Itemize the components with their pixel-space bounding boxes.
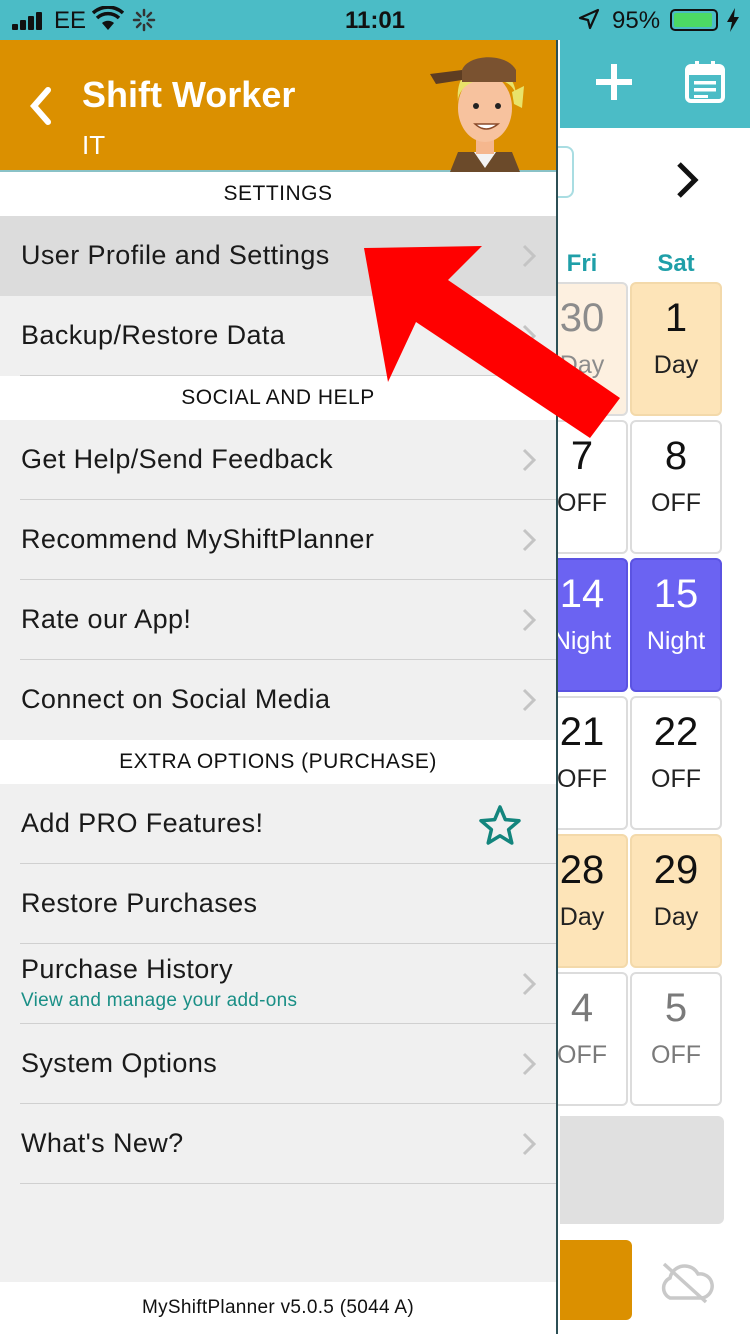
chevron-right-icon — [522, 1132, 537, 1156]
chevron-right-icon — [522, 688, 537, 712]
battery-icon — [670, 9, 718, 31]
calendar-cell[interactable]: 5 OFF — [630, 972, 722, 1106]
menu-item-social-media[interactable]: Connect on Social Media — [0, 660, 556, 740]
calendar-cell[interactable]: 29 Day — [630, 834, 722, 968]
menu-item-system-options[interactable]: System Options — [0, 1024, 556, 1104]
calendar-cell[interactable]: 15 Night — [630, 558, 722, 692]
menu-item-label: User Profile and Settings — [21, 240, 330, 270]
drawer-header: Shift Worker IT — [0, 40, 556, 172]
add-shift-icon[interactable] — [594, 62, 634, 102]
drawer-subtitle: IT — [82, 130, 106, 160]
cloud-off-icon[interactable] — [656, 1260, 716, 1304]
menu-item-label: Restore Purchases — [21, 888, 258, 918]
star-icon — [479, 805, 521, 845]
section-settings: SETTINGS — [0, 172, 556, 216]
day-header-sat: Sat — [657, 250, 695, 277]
calendar-cell[interactable]: 22 OFF — [630, 696, 722, 830]
next-month-chevron-icon[interactable] — [672, 160, 702, 200]
menu-item-recommend[interactable]: Recommend MyShiftPlanner — [0, 500, 556, 580]
shift-button[interactable] — [560, 1240, 632, 1320]
menu-item-whats-new[interactable]: What's New? — [0, 1104, 556, 1184]
menu-item-label: Connect on Social Media — [21, 684, 331, 714]
version-footer: MyShiftPlanner v5.0.5 (5044 A) — [0, 1282, 556, 1334]
chevron-right-icon — [522, 1052, 537, 1076]
calendar-list-icon[interactable] — [684, 60, 726, 104]
menu-item-label: Rate our App! — [21, 604, 192, 634]
menu-item-pro-features[interactable]: Add PRO Features! — [0, 784, 556, 864]
calendar-header — [560, 40, 750, 128]
menu-item-purchase-history[interactable]: Purchase History View and manage your ad… — [0, 944, 556, 1024]
menu-item-label: Backup/Restore Data — [21, 320, 286, 350]
back-arrow-icon[interactable] — [26, 84, 56, 128]
calendar-cell[interactable]: 1 Day — [630, 282, 722, 416]
menu-item-label: Recommend MyShiftPlanner — [21, 524, 375, 554]
menu-item-restore-purchases[interactable]: Restore Purchases — [0, 864, 556, 944]
red-arrow-annotation — [364, 246, 620, 438]
worker-avatar — [430, 57, 524, 172]
drawer-title: Shift Worker — [82, 74, 296, 115]
menu-item-label: What's New? — [21, 1128, 184, 1158]
summary-panel — [560, 1116, 724, 1224]
charging-bolt-icon — [727, 8, 739, 32]
menu-item-label: System Options — [21, 1048, 218, 1078]
menu-item-rate[interactable]: Rate our App! — [0, 580, 556, 660]
status-bar: EE 11:01 95% — [0, 0, 750, 40]
menu-item-label: Add PRO Features! — [21, 808, 264, 838]
divider — [20, 1183, 556, 1184]
chevron-right-icon — [522, 608, 537, 632]
calendar-cell[interactable]: 8 OFF — [630, 420, 722, 554]
chevron-right-icon — [522, 448, 537, 472]
location-arrow-icon — [578, 8, 600, 30]
chevron-right-icon — [522, 528, 537, 552]
menu-item-label: Get Help/Send Feedback — [21, 444, 333, 474]
section-extra-options: EXTRA OPTIONS (PURCHASE) — [0, 740, 556, 784]
menu-item-sublabel: View and manage your add-ons — [21, 990, 298, 1011]
battery-percent: 95% — [612, 7, 661, 34]
menu-item-label: Purchase History — [21, 954, 233, 984]
chevron-right-icon — [522, 972, 537, 996]
